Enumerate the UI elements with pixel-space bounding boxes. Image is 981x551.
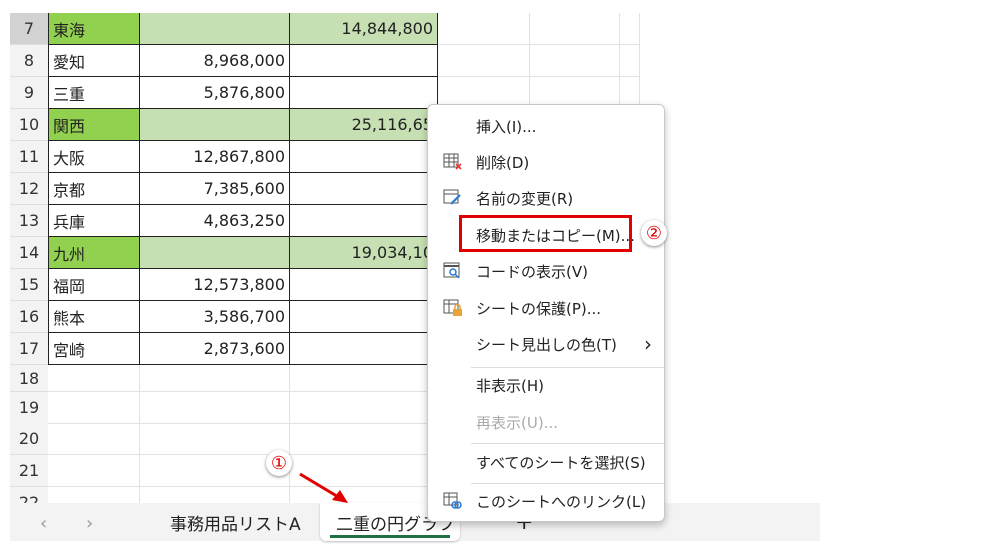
cell-value[interactable]: 12,573,800	[140, 269, 290, 301]
cell-name[interactable]: 三重	[48, 77, 140, 109]
prev-sheet-button[interactable]: ‹	[40, 513, 47, 534]
active-tab-underline	[330, 535, 450, 538]
menu-protect-sheet[interactable]: シートの保護(P)...	[428, 291, 664, 325]
cell-total[interactable]: 25,116,65	[290, 109, 438, 141]
cell-total[interactable]	[290, 141, 438, 173]
menu-rename[interactable]: 名前の変更(R)	[428, 181, 664, 215]
cell-name[interactable]	[48, 392, 140, 424]
step1-badge: ①	[266, 450, 292, 476]
view-code-icon	[443, 262, 460, 279]
cell-name[interactable]	[48, 423, 140, 455]
menu-delete[interactable]: 削除(D)	[428, 145, 664, 179]
cell-name[interactable]: 福岡	[48, 269, 140, 301]
cell-total[interactable]	[290, 45, 438, 77]
menu-insert[interactable]: 挿入(I)...	[428, 109, 664, 143]
cell-name[interactable]: 京都	[48, 173, 140, 205]
cell-name[interactable]: 宮崎	[48, 333, 140, 365]
cell-total[interactable]	[290, 77, 438, 109]
cell-name[interactable]: 大阪	[48, 141, 140, 173]
row-header[interactable]: 17	[10, 333, 48, 365]
link-sheet-icon	[443, 492, 462, 509]
next-sheet-button[interactable]: ›	[86, 513, 93, 534]
row-header[interactable]: 20	[10, 423, 48, 455]
cell[interactable]	[530, 45, 620, 77]
cell-value[interactable]	[140, 423, 290, 455]
row-header[interactable]: 16	[10, 301, 48, 333]
row-header[interactable]: 8	[10, 45, 48, 77]
row-header[interactable]: 15	[10, 269, 48, 301]
sheet-tab-bar: ‹ › 事務用品リストA 二重の円グラフ +	[10, 503, 820, 541]
sheet-context-menu: 挿入(I)... 削除(D) 名前の変更(R) 移動またはコピー(M)... コ…	[427, 104, 665, 522]
cell-total[interactable]	[290, 365, 438, 392]
cell-name[interactable]: 東海	[48, 13, 140, 45]
cell-name[interactable]: 兵庫	[48, 205, 140, 237]
sheet-row: 8 愛知 8,968,000	[10, 45, 640, 77]
sheet-row: 7 東海 14,844,800	[10, 13, 640, 45]
cell-value[interactable]: 3,586,700	[140, 301, 290, 333]
row-header[interactable]: 12	[10, 173, 48, 205]
menu-link-to-sheet[interactable]: このシートへのリンク(L)	[428, 484, 664, 518]
cell-total[interactable]	[290, 269, 438, 301]
cell-total[interactable]	[290, 392, 438, 424]
row-header[interactable]: 18	[10, 365, 48, 392]
cell-name[interactable]	[48, 455, 140, 487]
cell-value[interactable]: 2,873,600	[140, 333, 290, 365]
row-header[interactable]: 21	[10, 455, 48, 487]
sheet-tab-jimu[interactable]: 事務用品リストA	[170, 503, 301, 541]
cell-total[interactable]: 19,034,10	[290, 237, 438, 269]
cell-name[interactable]: 熊本	[48, 301, 140, 333]
cell[interactable]	[620, 13, 640, 45]
cell[interactable]	[620, 45, 640, 77]
menu-divider	[471, 443, 664, 444]
row-header[interactable]: 7	[10, 13, 48, 45]
cell-value[interactable]	[140, 365, 290, 392]
cell-value[interactable]	[140, 237, 290, 269]
cell-total[interactable]	[290, 423, 438, 455]
menu-unhide: 再表示(U)...	[476, 413, 558, 432]
row-header[interactable]: 14	[10, 237, 48, 269]
cell-value[interactable]	[140, 392, 290, 424]
cell-name[interactable]	[48, 365, 140, 392]
cell-total[interactable]	[290, 333, 438, 365]
cell[interactable]	[438, 45, 530, 77]
cell-value[interactable]	[140, 109, 290, 141]
protect-sheet-lock-icon	[443, 299, 462, 316]
cell-total[interactable]	[290, 173, 438, 205]
row-header[interactable]: 19	[10, 392, 48, 424]
menu-view-code[interactable]: コードの表示(V)	[428, 254, 664, 288]
cell-value[interactable]: 5,876,800	[140, 77, 290, 109]
cell-total[interactable]	[290, 205, 438, 237]
cell-total[interactable]: 14,844,800	[290, 13, 438, 45]
delete-sheet-icon	[443, 153, 462, 170]
menu-tab-color[interactable]: シート見出しの色(T) ›	[428, 327, 664, 361]
cell[interactable]	[530, 13, 620, 45]
menu-select-all-sheets[interactable]: すべてのシートを選択(S)	[428, 445, 664, 479]
cell-value[interactable]: 7,385,600	[140, 173, 290, 205]
cell-name[interactable]: 関西	[48, 109, 140, 141]
cell-value[interactable]: 12,867,800	[140, 141, 290, 173]
sheet-tab-label: 事務用品リストA	[170, 514, 301, 535]
cell-value[interactable]: 4,863,250	[140, 205, 290, 237]
menu-hide[interactable]: 非表示(H)	[428, 368, 664, 402]
row-header[interactable]: 10	[10, 109, 48, 141]
cell-name[interactable]: 愛知	[48, 45, 140, 77]
chevron-right-icon: ›	[644, 332, 652, 356]
move-copy-highlight	[459, 215, 632, 252]
row-header[interactable]: 13	[10, 205, 48, 237]
cell-value[interactable]	[140, 13, 290, 45]
rename-icon	[443, 189, 461, 205]
cell-value[interactable]: 8,968,000	[140, 45, 290, 77]
arrow-annotation	[299, 472, 348, 503]
cell-total[interactable]	[290, 301, 438, 333]
cell-name[interactable]: 九州	[48, 237, 140, 269]
row-header[interactable]: 11	[10, 141, 48, 173]
row-header[interactable]: 9	[10, 77, 48, 109]
cell[interactable]	[438, 13, 530, 45]
step2-badge: ②	[641, 220, 667, 246]
